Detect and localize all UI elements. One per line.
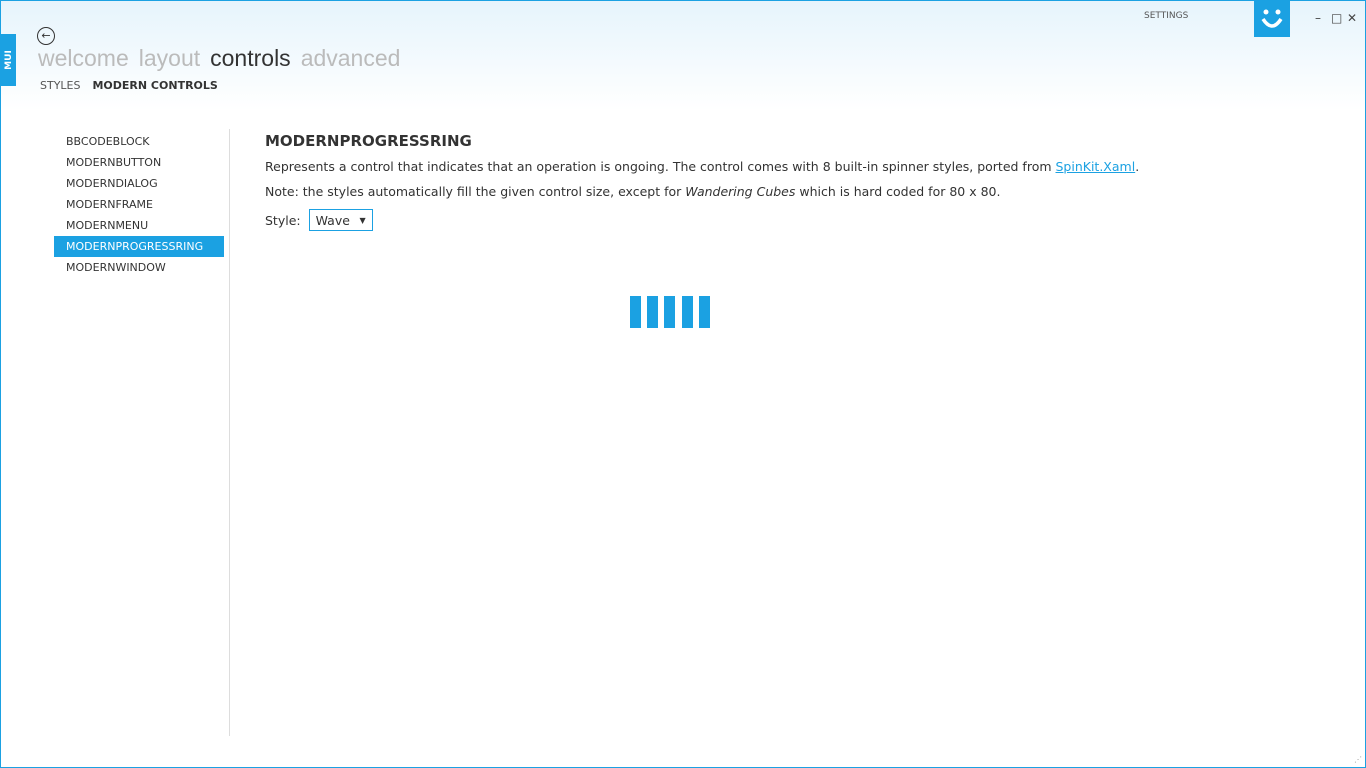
- window: MUI ← welcome layout controls advanced STYL…: [0, 0, 1366, 768]
- smiley-logo-icon: [1254, 1, 1290, 37]
- style-label: Style:: [265, 212, 301, 228]
- close-button[interactable]: ✕: [1347, 11, 1357, 25]
- style-row: Style: Wave ▼: [265, 209, 1139, 231]
- note: Note: the styles automatically fill the …: [265, 184, 1139, 199]
- sidebar-item-modernprogressring[interactable]: MODERNPROGRESSRING: [54, 236, 224, 257]
- main-menu: welcome layout controls advanced: [38, 45, 410, 72]
- chevron-down-icon: ▼: [359, 215, 366, 225]
- menu-advanced[interactable]: advanced: [301, 45, 401, 71]
- note-emphasis: Wandering Cubes: [685, 184, 796, 199]
- resize-grip-icon[interactable]: ⋰: [1354, 755, 1362, 764]
- menu-layout[interactable]: layout: [139, 45, 200, 71]
- sidebar-item-modernwindow[interactable]: MODERNWINDOW: [54, 257, 224, 278]
- sidebar-item-bbcodeblock[interactable]: BBCODEBLOCK: [54, 131, 224, 152]
- sidebar-item-moderndialog[interactable]: MODERNDIALOG: [54, 173, 224, 194]
- maximize-button[interactable]: □: [1331, 11, 1342, 25]
- sub-styles[interactable]: STYLES: [40, 79, 80, 92]
- divider: [229, 129, 230, 736]
- page-title: MODERNPROGRESSRING: [265, 132, 472, 150]
- sidebar-item-modernframe[interactable]: MODERNFRAME: [54, 194, 224, 215]
- wave-spinner-bar: [647, 296, 658, 328]
- sidebar-item-modernmenu[interactable]: MODERNMENU: [54, 215, 224, 236]
- sub-modern-controls[interactable]: MODERN CONTROLS: [92, 79, 217, 92]
- back-button[interactable]: ←: [37, 27, 55, 45]
- sidebar-list: BBCODEBLOCK MODERNBUTTON MODERNDIALOG MO…: [54, 131, 224, 278]
- sidebar-item-modernbutton[interactable]: MODERNBUTTON: [54, 152, 224, 173]
- style-dropdown[interactable]: Wave ▼: [308, 209, 373, 231]
- content: MODERNPROGRESSRING Represents a control …: [265, 132, 1139, 231]
- sub-menu: STYLES MODERN CONTROLS: [40, 79, 230, 92]
- mui-tab[interactable]: MUI: [1, 34, 16, 86]
- wave-spinner-bar: [682, 296, 693, 328]
- description: Represents a control that indicates that…: [265, 159, 1139, 174]
- menu-welcome[interactable]: welcome: [38, 45, 129, 71]
- desc-text: Represents a control that indicates that…: [265, 159, 1056, 174]
- wave-spinner-bar: [699, 296, 710, 328]
- menu-controls[interactable]: controls: [210, 45, 291, 71]
- minimize-button[interactable]: –: [1315, 11, 1321, 25]
- mui-label: MUI: [3, 50, 14, 70]
- note-text: Note: the styles automatically fill the …: [265, 184, 686, 199]
- wave-spinner-bar: [630, 296, 641, 328]
- style-value: Wave: [315, 212, 350, 228]
- spinkit-link[interactable]: SpinKit.Xaml: [1056, 159, 1136, 174]
- settings-link[interactable]: SETTINGS: [1144, 11, 1188, 21]
- desc-end: .: [1135, 159, 1140, 174]
- wave-spinner-bar: [664, 296, 675, 328]
- note-end: which is hard coded for 80 x 80.: [795, 184, 1001, 199]
